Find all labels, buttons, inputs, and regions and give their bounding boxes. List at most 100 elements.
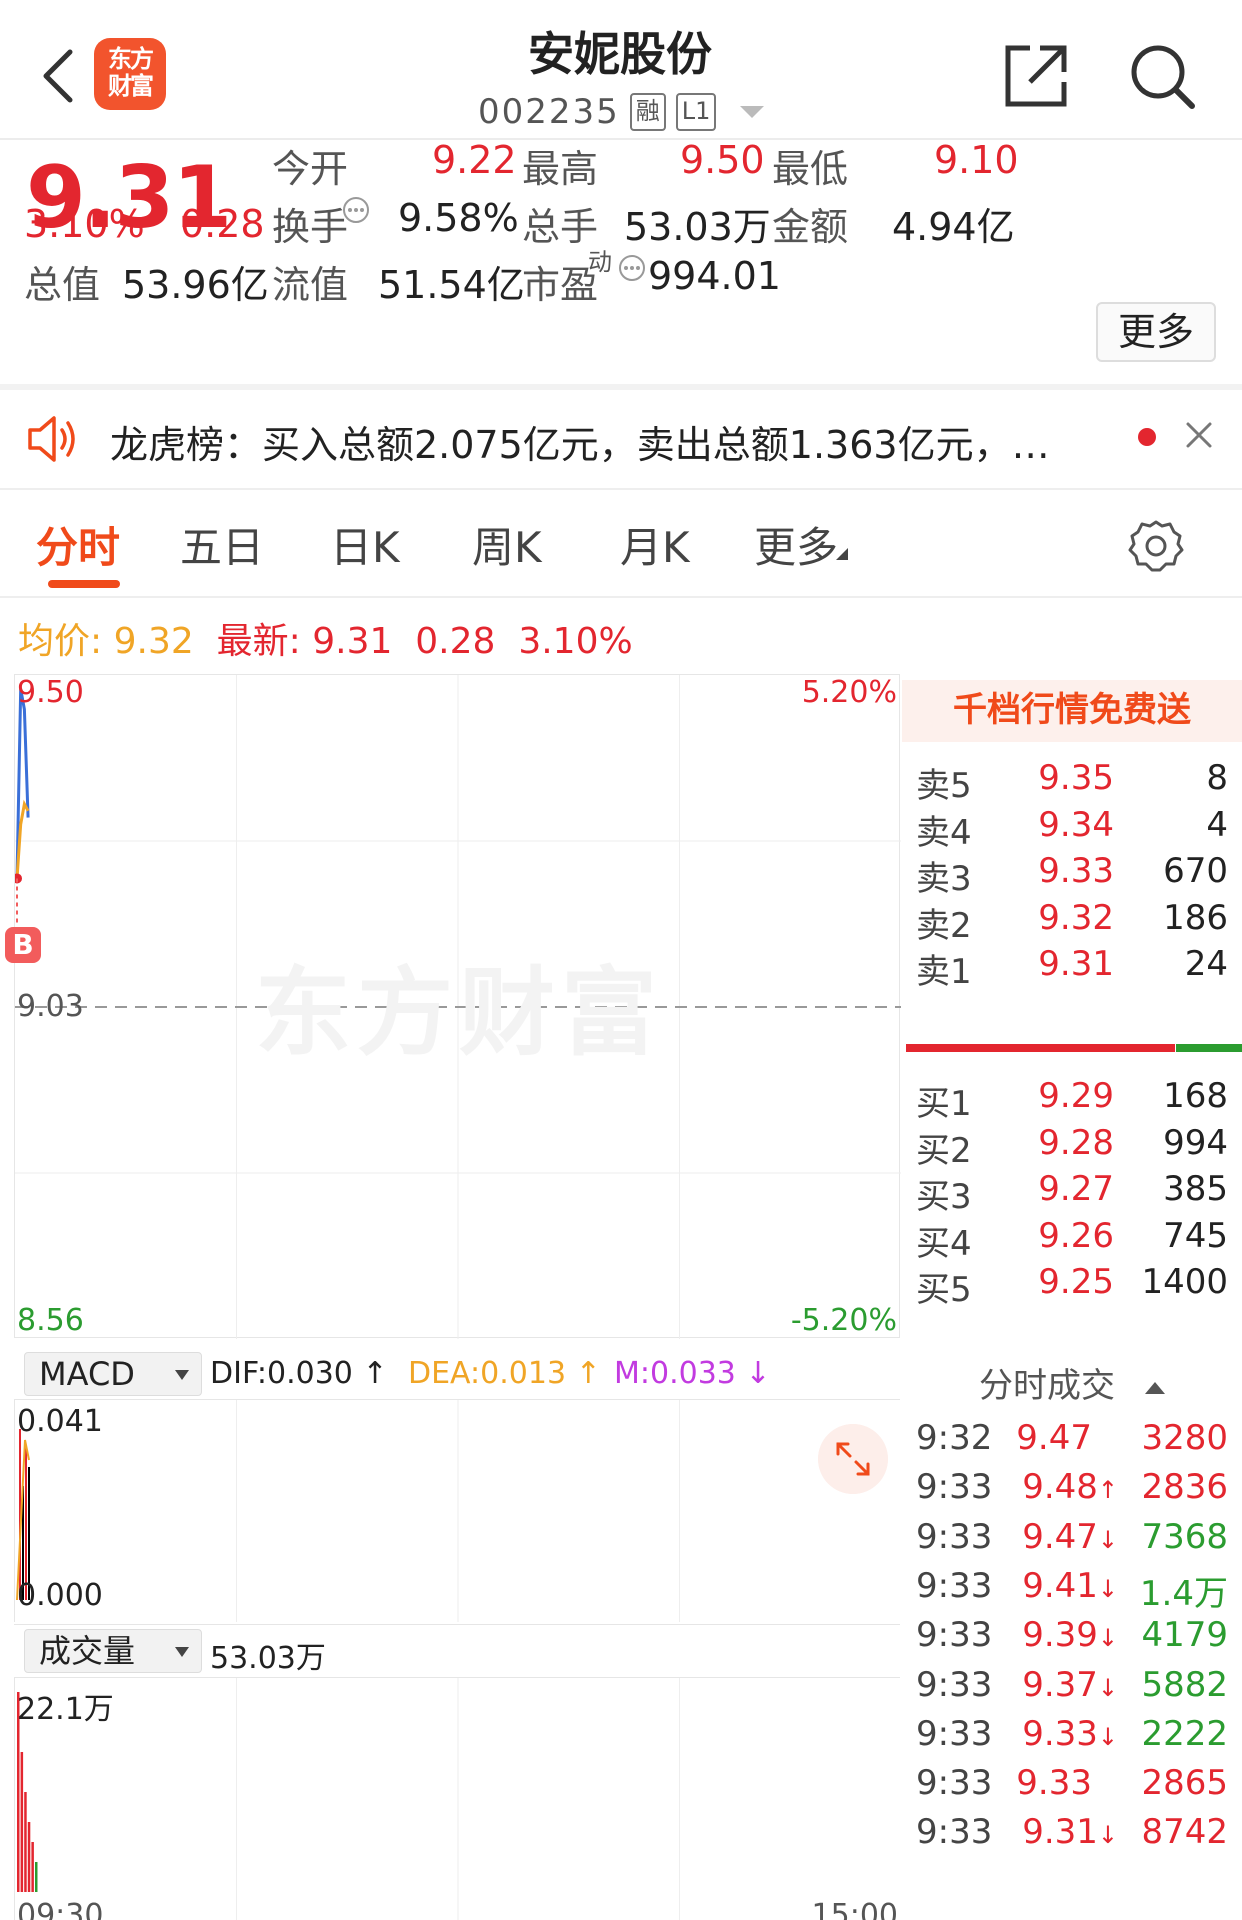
indicator-selector-label: MACD — [39, 1355, 135, 1393]
ticks-header[interactable]: 分时成交 — [902, 1358, 1242, 1407]
latest-value: 9.31 — [312, 621, 393, 662]
tick-volume: 5882 — [1141, 1664, 1228, 1705]
level-price: 9.31 — [1038, 944, 1114, 984]
avg-value: 9.32 — [113, 621, 194, 662]
speaker-icon — [28, 416, 75, 462]
info-icon[interactable] — [618, 254, 646, 282]
low-value: 9.10 — [934, 138, 1019, 182]
level-volume: 8 — [1206, 758, 1228, 798]
latest-change: 0.28 — [415, 621, 496, 662]
tick-time: 9:33 — [916, 1565, 993, 1606]
change-amount: 0.28 — [180, 202, 265, 246]
tab-monthly-k[interactable]: 月K — [620, 514, 690, 575]
amount-value: 4.94亿 — [892, 205, 1015, 249]
pe-value: 994.01 — [648, 254, 781, 298]
tab-daily-k[interactable]: 日K — [330, 514, 400, 575]
latest-label: 最新: — [216, 621, 301, 662]
high-label: 最高 — [522, 147, 599, 191]
mktcap-value: 53.96亿 — [122, 263, 269, 307]
tick-volume: 8742 — [1141, 1812, 1228, 1853]
level-price: 9.35 — [1038, 758, 1114, 798]
macd-y-min: 0.000 — [17, 1578, 103, 1613]
share-icon[interactable] — [1000, 40, 1072, 112]
tick-direction-icon: ↓ — [1097, 1821, 1118, 1850]
tick-volume: 2836 — [1141, 1467, 1228, 1508]
news-text[interactable]: 龙虎榜：买入总额2.075亿元，卖出总额1.363亿元，… — [110, 414, 1070, 469]
tick-time: 9:33 — [916, 1763, 993, 1804]
tab-more[interactable]: 更多 — [754, 514, 838, 575]
tab-weekly-k[interactable]: 周K — [472, 514, 542, 575]
quote-panel: 9.31 3.10% 0.28 今开 9.22 最高 9.50 最低 9.10 … — [0, 138, 1242, 384]
bid-row[interactable]: 买5 9.25 1400 — [902, 1254, 1242, 1310]
chevron-up-icon — [1145, 1381, 1165, 1394]
more-button[interactable]: 更多 — [1096, 302, 1216, 362]
level-price: 9.29 — [1038, 1076, 1114, 1116]
tick-time: 9:33 — [916, 1812, 993, 1853]
tick-direction-icon: ↓ — [1097, 1673, 1118, 1702]
macd-svg — [16, 1400, 680, 1622]
price-summary-line: 均价: 9.32 最新: 9.31 0.28 3.10% — [18, 612, 633, 664]
tick-volume: 2865 — [1141, 1763, 1228, 1804]
tick-direction-icon: ↓ — [1097, 1574, 1118, 1603]
buy-marker[interactable]: B — [5, 927, 41, 963]
top-bar: 东方 财富 安妮股份 002235 融 L1 — [0, 0, 1242, 140]
promo-banner[interactable]: 千档行情免费送 — [902, 680, 1242, 742]
tick-direction-icon: ↓ — [1097, 1722, 1118, 1751]
tab-intraday[interactable]: 分时 — [36, 514, 120, 575]
level-volume: 994 — [1163, 1122, 1228, 1163]
info-icon[interactable] — [342, 196, 370, 224]
dif-value: DIF:0.030 ↑ — [210, 1356, 388, 1391]
level-price: 9.27 — [1038, 1169, 1114, 1209]
tick-time: 9:33 — [916, 1467, 993, 1508]
level-volume: 385 — [1163, 1169, 1228, 1209]
volume-value: 53.03万 — [624, 205, 771, 249]
gear-icon[interactable] — [1128, 518, 1184, 574]
tick-price: 9.33↓ — [1022, 1713, 1118, 1754]
volume-y-max: 22.1万 — [17, 1692, 114, 1727]
macd-panel: 0.041 0.000 — [14, 1400, 900, 1622]
ask-row[interactable]: 卖1 9.31 24 — [902, 936, 1242, 992]
tick-price: 9.41↓ — [1022, 1565, 1118, 1606]
x-start-label: 09:30 — [17, 1898, 104, 1920]
turnover-value: 9.58% — [398, 196, 519, 240]
dea-value: DEA:0.013 ↑ — [408, 1356, 601, 1391]
y-mid-label: 9.03 — [17, 989, 84, 1024]
intraday-chart[interactable]: 东方财富 9.50 5.20% 9.03 8.56 -5.20% B — [5, 674, 901, 1339]
close-icon[interactable] — [1184, 420, 1214, 450]
volume-total: 53.03万 — [210, 1641, 326, 1676]
volume-bar — [24, 1792, 27, 1892]
volume-bar — [35, 1862, 38, 1892]
tab-five-day[interactable]: 五日 — [180, 514, 264, 575]
level-volume: 745 — [1163, 1215, 1228, 1256]
y-min-label: 8.56 — [17, 1303, 84, 1338]
open-value: 9.22 — [432, 138, 517, 182]
volume-label: 总手 — [522, 205, 599, 249]
indicator-selector[interactable]: MACD — [24, 1352, 202, 1396]
expand-icon[interactable] — [818, 1424, 888, 1494]
avg-label: 均价: — [18, 621, 103, 662]
volume-selector-label: 成交量 — [39, 1632, 136, 1670]
mktcap-label: 总值 — [24, 263, 101, 307]
high-value: 9.50 — [680, 138, 765, 182]
tick-direction-icon: ↓ — [1097, 1624, 1118, 1653]
level-volume: 186 — [1163, 897, 1228, 938]
turnover-label: 换手 — [272, 205, 349, 249]
level-price: 9.32 — [1038, 897, 1114, 938]
tick-price: 9.39↓ — [1022, 1615, 1118, 1656]
volume-svg — [17, 1678, 680, 1920]
search-icon[interactable] — [1126, 40, 1198, 112]
level-price: 9.28 — [1038, 1122, 1114, 1163]
amount-label: 金额 — [772, 205, 849, 249]
back-arrow-icon[interactable] — [34, 44, 84, 108]
margin-tag: 融 — [629, 93, 666, 131]
low-label: 最低 — [772, 147, 849, 191]
y-max-label: 9.50 — [17, 675, 84, 710]
volume-header: 成交量 53.03万 — [14, 1624, 900, 1678]
tick-price: 9.47↓ — [1022, 1516, 1118, 1557]
chevron-down-icon — [740, 106, 765, 118]
volume-selector[interactable]: 成交量 — [24, 1629, 202, 1673]
pct-max-label: 5.20% — [801, 675, 897, 710]
news-ticker[interactable]: 龙虎榜：买入总额2.075亿元，卖出总额1.363亿元，… — [0, 390, 1242, 490]
stock-code-row[interactable]: 002235 融 L1 — [478, 90, 765, 134]
volume-panel: 22.1万 09:30 15:00 — [14, 1678, 900, 1920]
